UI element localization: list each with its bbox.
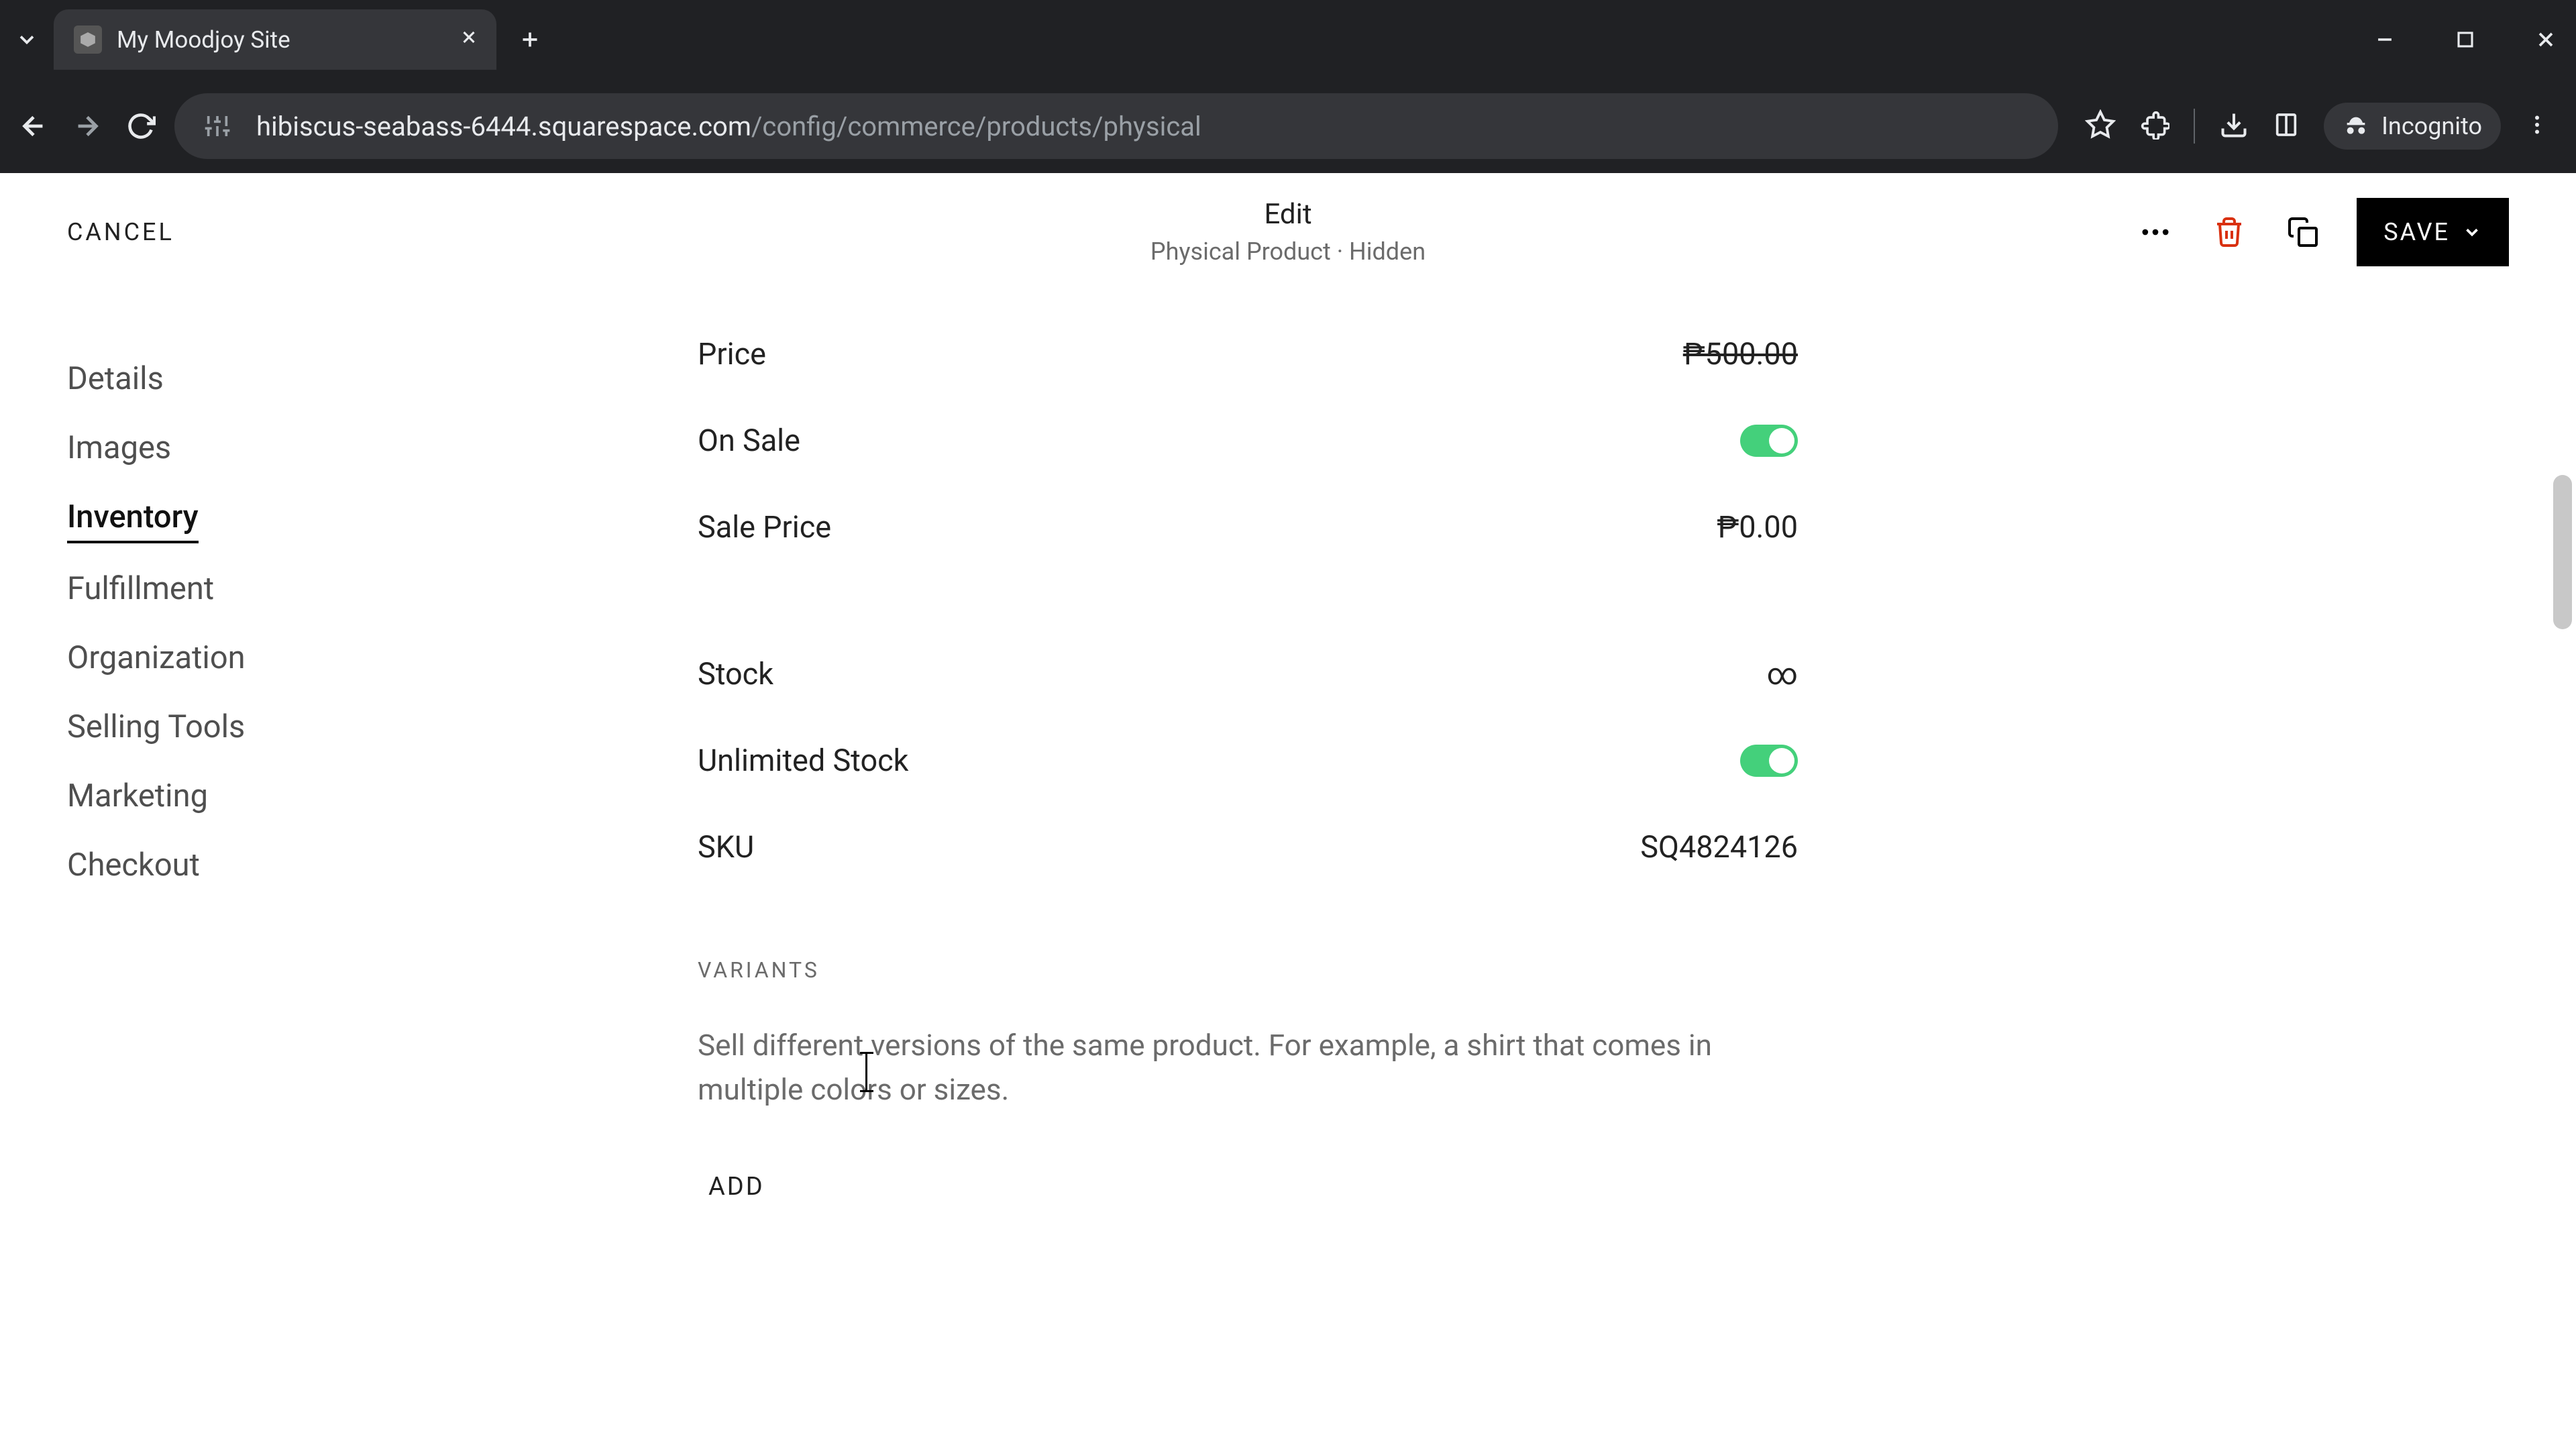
sale-price-value: ₱0.00 — [1717, 509, 1798, 545]
sidebar-item-images[interactable]: Images — [67, 413, 698, 482]
minimize-icon — [2373, 28, 2396, 51]
header-title-block: Edit Physical Product · Hidden — [1150, 198, 1426, 266]
url-host: hibiscus-seabass-6444.squarespace.com — [256, 111, 751, 142]
save-label: SAVE — [2383, 218, 2450, 246]
stock-value: ∞ — [1767, 656, 1798, 692]
extensions-button[interactable] — [2140, 110, 2169, 142]
sku-value: SQ4824126 — [1640, 829, 1798, 865]
downloads-button[interactable] — [2219, 110, 2249, 142]
sidebar-item-inventory[interactable]: Inventory — [67, 482, 199, 543]
stock-row[interactable]: Stock ∞ — [698, 631, 1798, 717]
stock-label: Stock — [698, 656, 773, 692]
on-sale-row: On Sale — [698, 397, 1798, 484]
incognito-label: Incognito — [2381, 112, 2482, 140]
site-settings-icon[interactable] — [201, 110, 233, 142]
header-actions: SAVE — [2135, 198, 2509, 266]
sale-price-row[interactable]: Sale Price ₱0.00 — [698, 484, 1798, 570]
url-path: /config/commerce/products/physical — [751, 111, 1201, 142]
forward-button[interactable] — [67, 106, 107, 146]
window-maximize-button[interactable] — [2449, 23, 2482, 56]
window-controls — [2368, 0, 2563, 79]
back-button[interactable] — [13, 106, 54, 146]
copy-icon — [2287, 216, 2319, 248]
reload-button[interactable] — [121, 106, 161, 146]
chevron-down-icon — [2462, 222, 2482, 242]
add-variant-button[interactable]: ADD — [698, 1165, 775, 1208]
sidebar-item-checkout[interactable]: Checkout — [67, 830, 698, 900]
more-actions-button[interactable] — [2135, 212, 2176, 252]
variants-description: Sell different versions of the same prod… — [698, 1023, 1744, 1112]
unlimited-stock-row: Unlimited Stock — [698, 717, 1798, 804]
tab-search-dropdown[interactable] — [7, 19, 47, 60]
close-icon — [2534, 28, 2558, 52]
content: Price ₱500.00 On Sale Sale Price ₱0.00 S… — [698, 304, 1798, 1449]
unlimited-stock-label: Unlimited Stock — [698, 743, 908, 778]
puzzle-icon — [2140, 110, 2169, 140]
sidebar-item-organization[interactable]: Organization — [67, 623, 698, 692]
maximize-icon — [2455, 30, 2475, 50]
arrow-left-icon — [18, 111, 49, 142]
sidebar-item-fulfillment[interactable]: Fulfillment — [67, 554, 698, 623]
price-value: ₱500.00 — [1683, 336, 1798, 372]
browser-menu-button[interactable] — [2525, 113, 2549, 140]
page-title: Edit — [1150, 198, 1426, 231]
window-close-button[interactable] — [2529, 23, 2563, 56]
save-button[interactable]: SAVE — [2357, 198, 2509, 266]
on-sale-label: On Sale — [698, 423, 800, 458]
url-input[interactable]: hibiscus-seabass-6444.squarespace.com/co… — [174, 93, 2058, 159]
incognito-badge[interactable]: Incognito — [2324, 103, 2501, 150]
unlimited-stock-toggle[interactable] — [1740, 745, 1798, 777]
sidebar: Details Images Inventory Fulfillment Org… — [67, 304, 698, 1449]
browser-tab[interactable]: My Moodjoy Site — [54, 9, 496, 70]
close-icon — [459, 28, 479, 48]
sidebar-item-selling-tools[interactable]: Selling Tools — [67, 692, 698, 761]
toolbar-right: Incognito — [2072, 103, 2563, 150]
star-icon — [2085, 109, 2116, 140]
tab-close-button[interactable] — [459, 26, 479, 54]
duplicate-button[interactable] — [2283, 212, 2323, 252]
tune-icon — [204, 113, 231, 140]
browser-chrome: My Moodjoy Site — [0, 0, 2576, 173]
app-body: Details Images Inventory Fulfillment Org… — [0, 290, 2576, 1449]
sku-label: SKU — [698, 829, 754, 865]
incognito-icon — [2343, 113, 2369, 140]
trash-icon — [2213, 216, 2245, 248]
bookmark-button[interactable] — [2085, 109, 2116, 143]
app: CANCEL Edit Physical Product · Hidden SA… — [0, 173, 2576, 1449]
sku-row[interactable]: SKU SQ4824126 — [698, 804, 1798, 890]
window-minimize-button[interactable] — [2368, 23, 2402, 56]
toolbar-divider — [2194, 109, 2195, 144]
cancel-button[interactable]: CANCEL — [67, 218, 174, 246]
reader-button[interactable] — [2273, 111, 2300, 141]
tab-bar: My Moodjoy Site — [0, 0, 2576, 79]
arrow-right-icon — [72, 111, 103, 142]
more-vertical-icon — [2525, 113, 2549, 137]
download-icon — [2219, 110, 2249, 140]
price-row[interactable]: Price ₱500.00 — [698, 311, 1798, 397]
delete-button[interactable] — [2209, 212, 2249, 252]
reader-icon — [2273, 111, 2300, 138]
plus-icon — [518, 28, 542, 52]
sidebar-item-marketing[interactable]: Marketing — [67, 761, 698, 830]
address-bar: hibiscus-seabass-6444.squarespace.com/co… — [0, 79, 2576, 173]
tab-title: My Moodjoy Site — [117, 26, 290, 54]
sale-price-label: Sale Price — [698, 509, 831, 545]
new-tab-button[interactable] — [510, 19, 550, 60]
reload-icon — [126, 111, 156, 141]
variants-heading: VARIANTS — [698, 957, 1798, 983]
page-subtitle: Physical Product · Hidden — [1150, 237, 1426, 266]
text-cursor-icon — [865, 1054, 867, 1090]
favicon-icon — [74, 25, 102, 54]
sidebar-item-details[interactable]: Details — [67, 344, 698, 413]
price-label: Price — [698, 336, 766, 372]
more-horizontal-icon — [2138, 215, 2173, 250]
on-sale-toggle[interactable] — [1740, 425, 1798, 457]
chevron-down-icon — [15, 28, 39, 52]
app-header: CANCEL Edit Physical Product · Hidden SA… — [0, 173, 2576, 290]
